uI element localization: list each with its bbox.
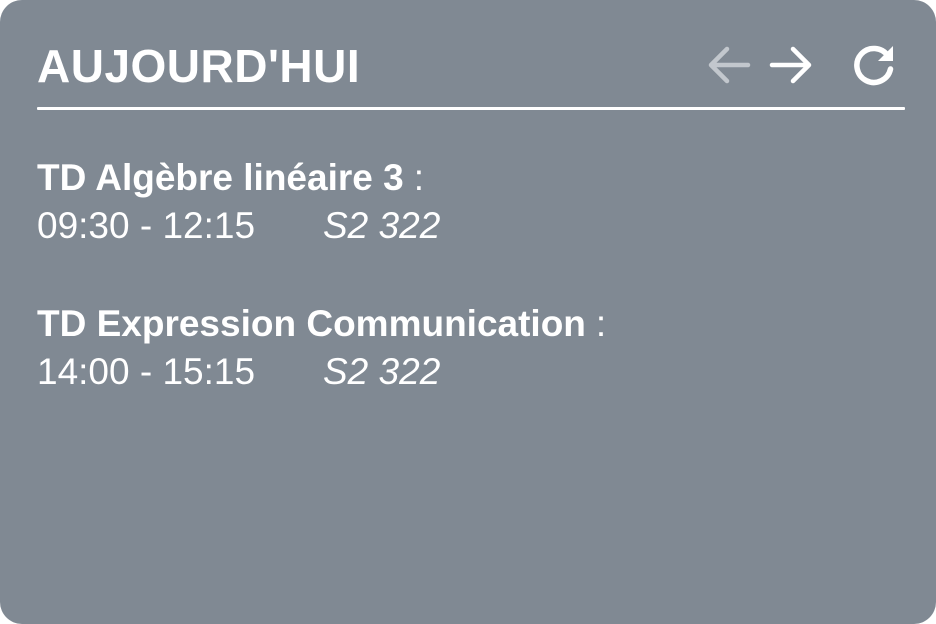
next-day-button[interactable] <box>767 40 817 90</box>
events-list: TD Algèbre linéaire 3: 09:30 - 12:15 S2 3… <box>37 154 897 446</box>
event-name: TD Algèbre linéaire 3 <box>37 157 404 198</box>
arrow-right-icon <box>769 46 812 84</box>
event-separator: : <box>595 303 607 344</box>
event-separator: : <box>413 157 424 198</box>
event-time: 09:30 - 12:15 <box>37 205 256 246</box>
navigation-controls <box>703 40 899 90</box>
today-widget: AUJOURD'HUI TD Algèbre linéaire 3: 09:3… <box>0 0 936 624</box>
event-room: S2 322 <box>323 351 441 392</box>
widget-title: AUJOURD'HUI <box>37 40 361 92</box>
event-item: TD Expression Communication: 14:00 - 15:… <box>37 300 897 396</box>
event-item: TD Algèbre linéaire 3: 09:30 - 12:15 S2 3… <box>37 154 897 250</box>
refresh-button[interactable] <box>849 40 899 90</box>
widget-header: AUJOURD'HUI <box>37 34 905 94</box>
arrow-left-icon <box>708 46 751 84</box>
event-time: 14:00 - 15:15 <box>37 351 256 392</box>
event-name: TD Expression Communication <box>37 303 586 344</box>
previous-day-button[interactable] <box>703 40 753 90</box>
header-divider <box>37 107 905 110</box>
refresh-icon <box>854 45 894 86</box>
event-room: S2 322 <box>323 205 441 246</box>
